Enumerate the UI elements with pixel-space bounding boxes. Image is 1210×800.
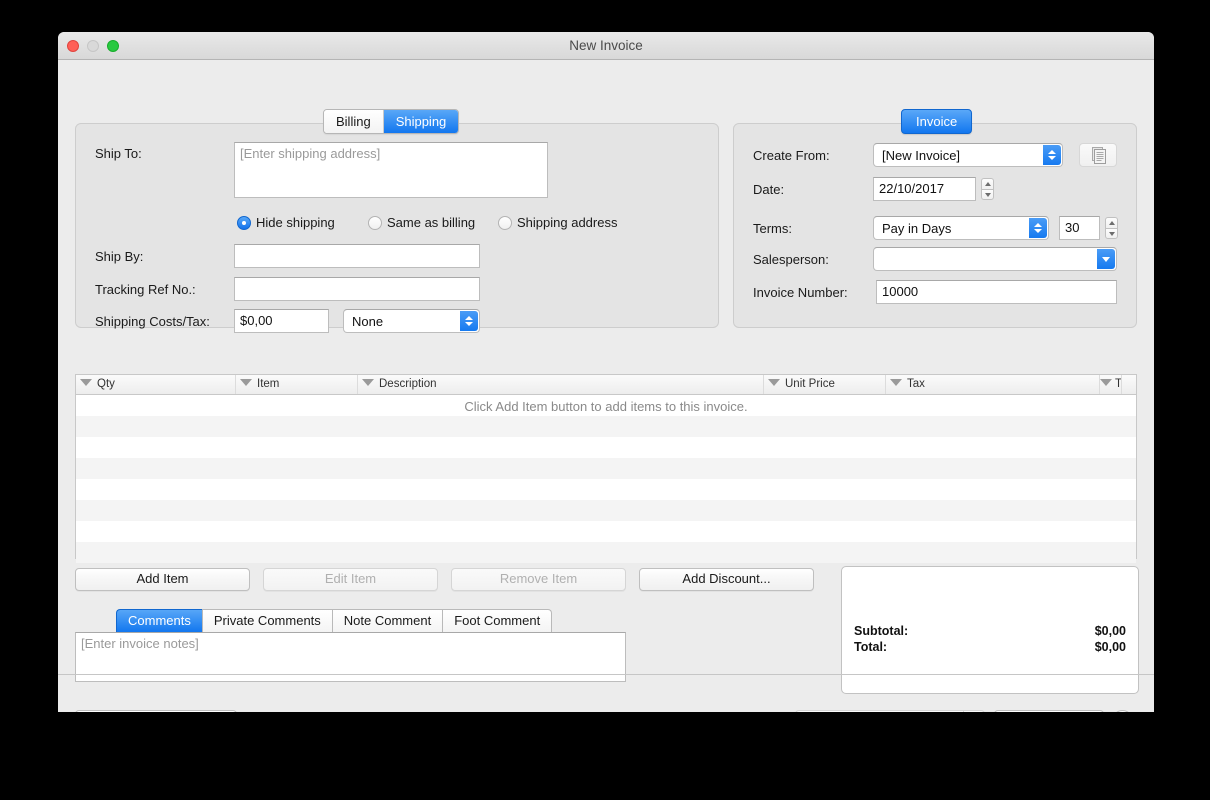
terms-days-stepper[interactable] (1105, 217, 1118, 239)
radio-shipping-address-indicator (498, 215, 512, 230)
tab-billing[interactable]: Billing (324, 110, 384, 133)
date-stepper[interactable] (981, 178, 994, 200)
terms-stepper-up[interactable] (1105, 217, 1118, 228)
record-select-split-button[interactable]: Record Select... (795, 710, 985, 712)
salesperson-combobox[interactable] (873, 247, 1117, 271)
table-row[interactable] (76, 542, 1136, 563)
record-select-button[interactable]: Record Select... (795, 710, 963, 712)
document-icon (1092, 147, 1106, 164)
ship-by-label: Ship By: (95, 249, 144, 264)
tab-invoice[interactable]: Invoice (901, 109, 973, 134)
new-invoice-window: New Invoice Billing Shipping Ship To: [E… (58, 32, 1154, 712)
billing-shipping-tabs[interactable]: Billing Shipping (323, 109, 460, 134)
date-label: Date: (753, 182, 785, 197)
table-row[interactable] (76, 479, 1136, 500)
tab-foot-comment[interactable]: Foot Comment (442, 609, 553, 632)
comments-tabstrip[interactable]: Comments Private Comments Note Comment F… (116, 609, 553, 632)
terms-days-input[interactable]: 30 (1059, 216, 1100, 240)
tab-shipping[interactable]: Shipping (383, 110, 459, 133)
subtotal-label: Subtotal: (854, 624, 909, 638)
ship-to-textarea[interactable]: [Enter shipping address] (234, 142, 548, 198)
column-header-qty[interactable]: Qty (76, 375, 236, 394)
add-discount-button[interactable]: Add Discount... (639, 568, 814, 591)
table-row[interactable] (76, 458, 1136, 479)
radio-same-as-billing[interactable]: Same as billing (368, 215, 475, 230)
tab-comments[interactable]: Comments (116, 609, 202, 632)
column-header-total[interactable]: Total (1100, 375, 1122, 394)
sort-descending-icon (80, 379, 92, 387)
radio-hide-shipping-label: Hide shipping (256, 215, 335, 230)
sort-descending-icon (890, 379, 902, 387)
items-empty-message: Click Add Item button to add items to th… (464, 399, 748, 414)
radio-hide-shipping[interactable]: Hide shipping (237, 215, 335, 230)
footer-divider (58, 674, 1154, 675)
edit-item-button[interactable]: Edit Item (263, 568, 438, 591)
tab-note-comment[interactable]: Note Comment (331, 609, 443, 632)
total-value: $0,00 (1094, 640, 1126, 654)
table-row[interactable] (76, 416, 1136, 437)
tracking-ref-label: Tracking Ref No.: (95, 282, 196, 297)
shipping-costs-label: Shipping Costs/Tax: (95, 314, 210, 329)
table-row[interactable] (76, 437, 1136, 458)
items-table-header: Qty Item Description Unit Price Tax Tota… (76, 375, 1136, 395)
sort-descending-icon (768, 379, 780, 387)
date-stepper-up[interactable] (981, 178, 994, 189)
radio-same-as-billing-label: Same as billing (387, 215, 476, 230)
create-from-popup[interactable]: [New Invoice] (873, 143, 1063, 167)
shipping-tax-popup[interactable]: None (343, 309, 480, 333)
sort-descending-icon (362, 379, 374, 387)
total-label: Total: (854, 640, 888, 654)
chevron-down-icon (1097, 249, 1115, 269)
chevron-updown-icon (1043, 145, 1061, 165)
window-title: New Invoice (569, 38, 643, 53)
sort-descending-icon (1100, 379, 1112, 387)
terms-popup[interactable]: Pay in Days (873, 216, 1049, 240)
column-header-unit-price[interactable]: Unit Price (764, 375, 886, 394)
radio-shipping-address-label: Shipping address (517, 215, 618, 230)
invoice-preferences-button[interactable]: Invoice Preferences... (75, 710, 237, 712)
subtotal-row: Subtotal: $0,00 (854, 624, 1126, 638)
radio-shipping-address[interactable]: Shipping address (498, 215, 617, 230)
create-from-value: [New Invoice] (882, 148, 961, 163)
table-row[interactable] (76, 521, 1136, 542)
help-button[interactable]: ? (1112, 710, 1133, 712)
sort-descending-icon (240, 379, 252, 387)
items-table[interactable]: Qty Item Description Unit Price Tax Tota… (75, 374, 1137, 563)
column-header-tax[interactable]: Tax (886, 375, 1100, 394)
chevron-updown-icon (460, 311, 478, 331)
total-row: Total: $0,00 (854, 640, 1126, 654)
dialog-content: Billing Shipping Ship To: [Enter shippin… (58, 60, 1154, 712)
column-header-spacer (1122, 375, 1136, 394)
radio-hide-shipping-indicator (237, 215, 251, 230)
create-from-document-button[interactable] (1079, 143, 1117, 167)
ship-to-label: Ship To: (95, 146, 142, 161)
create-from-label: Create From: (753, 148, 830, 163)
ship-by-input[interactable] (234, 244, 480, 268)
add-item-button[interactable]: Add Item (75, 568, 250, 591)
subtotal-value: $0,00 (1094, 624, 1126, 638)
salesperson-label: Salesperson: (753, 252, 829, 267)
chevron-updown-icon (1029, 218, 1047, 238)
remove-item-button[interactable]: Remove Item (451, 568, 626, 591)
shipping-tax-value: None (352, 314, 384, 329)
terms-stepper-down[interactable] (1105, 228, 1118, 239)
date-input[interactable]: 22/10/2017 (873, 177, 976, 201)
terms-value: Pay in Days (882, 221, 952, 236)
column-header-description[interactable]: Description (358, 375, 764, 394)
tab-private-comments[interactable]: Private Comments (201, 609, 332, 632)
column-header-item[interactable]: Item (236, 375, 358, 394)
table-row[interactable] (76, 500, 1136, 521)
cancel-button[interactable]: Cancel (994, 710, 1104, 712)
record-select-dropdown[interactable] (963, 710, 985, 712)
tracking-ref-input[interactable] (234, 277, 480, 301)
terms-label: Terms: (753, 221, 792, 236)
radio-same-as-billing-indicator (368, 215, 382, 230)
invoice-number-label: Invoice Number: (753, 285, 848, 300)
date-stepper-down[interactable] (981, 189, 994, 200)
shipping-cost-input[interactable]: $0,00 (234, 309, 329, 333)
invoice-number-input[interactable]: 10000 (876, 280, 1117, 304)
window-titlebar[interactable]: New Invoice (58, 32, 1154, 60)
